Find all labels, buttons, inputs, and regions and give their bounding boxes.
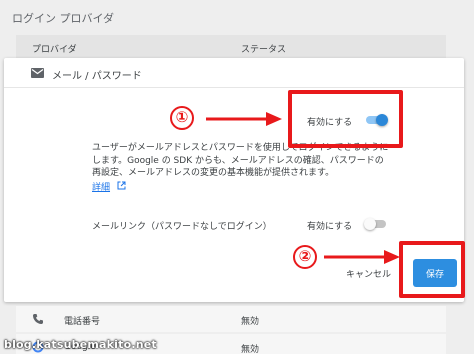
watermark: blog.katsubemakito.net (4, 338, 157, 351)
page-title: ログイン プロバイダ (12, 12, 115, 25)
header-status: ステータス (241, 45, 287, 55)
mail-icon (31, 68, 44, 78)
annotation-number-2: ② (293, 245, 317, 269)
panel-title: メール / パスワード (52, 71, 142, 82)
provider-row-name: 電話番号 (64, 317, 101, 327)
phone-icon (33, 314, 43, 324)
details-link[interactable]: 詳細 (92, 180, 110, 193)
panel-header: メール / パスワード (4, 58, 464, 88)
annotation-box-1 (288, 90, 403, 148)
toggle-knob (364, 218, 376, 230)
external-link-icon (117, 181, 126, 190)
provider-row-status: 無効 (241, 317, 260, 327)
providers-table-header: プロバイダ ステータス (16, 35, 446, 59)
annotation-arrow-1 (206, 112, 282, 126)
header-provider: プロバイダ (32, 45, 77, 55)
annotation-number-1: ① (170, 106, 194, 130)
email-link-enable-label: 有効にする (307, 222, 353, 232)
cancel-button[interactable]: キャンセル (346, 267, 391, 280)
provider-row-phone[interactable]: 電話番号 無効 (16, 306, 446, 332)
provider-row-status: 無効 (241, 345, 260, 354)
email-link-label: メールリンク（パスワードなしでログイン） (92, 222, 272, 232)
email-link-toggle[interactable] (364, 218, 388, 230)
annotation-arrow-2 (324, 250, 400, 264)
annotation-box-2 (399, 241, 465, 298)
